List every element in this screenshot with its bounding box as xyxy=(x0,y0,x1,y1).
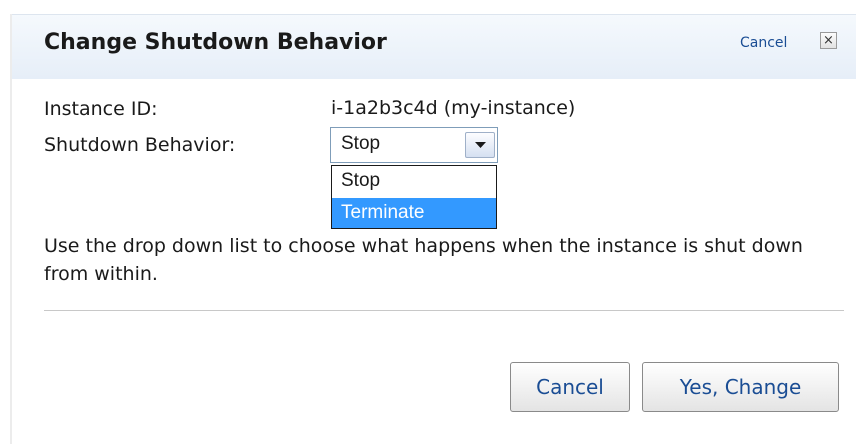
dropdown-arrow-button[interactable] xyxy=(465,132,495,158)
chevron-down-icon xyxy=(475,142,486,148)
instance-id-label: Instance ID: xyxy=(44,98,158,120)
yes-change-button[interactable]: Yes, Change xyxy=(642,362,839,412)
dropdown-option-stop[interactable]: Stop xyxy=(332,166,496,196)
instance-id-value: i-1a2b3c4d (my-instance) xyxy=(331,97,576,119)
shutdown-behavior-select[interactable]: Stop xyxy=(330,127,498,163)
shutdown-behavior-options-list: Stop Terminate xyxy=(331,165,497,229)
shutdown-behavior-label: Shutdown Behavior: xyxy=(44,134,236,156)
divider xyxy=(44,310,844,311)
close-icon[interactable]: × xyxy=(820,32,837,49)
dropdown-option-terminate[interactable]: Terminate xyxy=(332,198,496,228)
dialog-title: Change Shutdown Behavior xyxy=(44,30,387,55)
select-current-value: Stop xyxy=(341,133,381,154)
help-text: Use the drop down list to choose what ha… xyxy=(44,235,803,285)
header-cancel-link[interactable]: Cancel xyxy=(740,35,787,51)
change-shutdown-behavior-dialog: Change Shutdown Behavior Cancel × Instan… xyxy=(0,0,856,444)
cancel-button[interactable]: Cancel xyxy=(510,362,630,412)
